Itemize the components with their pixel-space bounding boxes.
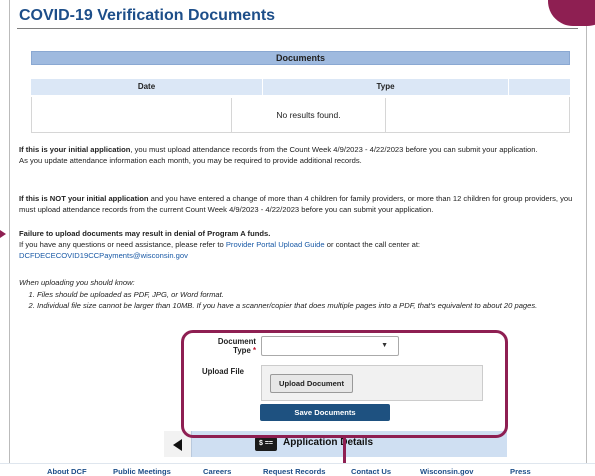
- column-header-actions: [509, 79, 570, 95]
- list-item: Files should be uploaded as PDF, JPG, or…: [37, 289, 575, 300]
- documents-table-caption: Documents: [31, 51, 570, 65]
- instructions-intro: When uploading you should know:: [19, 278, 135, 287]
- list-item: Individual file size cannot be larger th…: [37, 300, 575, 311]
- failure-notice: Failure to upload documents may result i…: [19, 228, 575, 261]
- footer-link-press[interactable]: Press: [510, 467, 531, 476]
- notice-bold: Failure to upload documents may result i…: [19, 229, 271, 238]
- arrow-left-icon: [173, 439, 182, 451]
- instructions-list: Files should be uploaded as PDF, JPG, or…: [19, 289, 575, 311]
- notice-bold: If this is NOT your initial application: [19, 194, 149, 203]
- notice-bold: If this is your initial application: [19, 145, 131, 154]
- upload-guide-link[interactable]: Provider Portal Upload Guide: [226, 240, 325, 249]
- callout-highlight: [181, 330, 508, 438]
- page-title: COVID-19 Verification Documents: [19, 7, 276, 24]
- documents-table: Documents Date Type No results found.: [31, 51, 570, 133]
- call-center-email-link[interactable]: DCFDECECOVID19CCPayments@wisconsin.gov: [19, 250, 575, 261]
- footer-nav: About DCF Public Meetings Careers Reques…: [0, 463, 595, 476]
- footer-link-about[interactable]: About DCF: [47, 467, 87, 476]
- notice-text: If you have any questions or need assist…: [19, 240, 226, 249]
- documents-table-header: Date Type: [31, 79, 570, 95]
- money-icon: $ ==: [255, 437, 277, 451]
- title-divider: [17, 28, 578, 29]
- page-left-border: [9, 0, 10, 476]
- callout-arrow-icon: [0, 230, 6, 238]
- page: COVID-19 Verification Documents Document…: [0, 0, 595, 476]
- column-header-type[interactable]: Type: [263, 79, 509, 95]
- application-details-label: Application Details: [283, 437, 374, 448]
- table-empty-message: No results found.: [231, 98, 386, 133]
- notice-text: As you update attendance information eac…: [19, 156, 362, 165]
- notice-text: , you must upload attendance records fro…: [130, 145, 538, 154]
- footer-link-request-records[interactable]: Request Records: [263, 467, 325, 476]
- not-initial-application-notice: If this is NOT your initial application …: [19, 193, 575, 215]
- page-right-border: [586, 0, 587, 476]
- step-badge: [548, 0, 595, 26]
- table-row-border: [569, 97, 570, 133]
- initial-application-notice: If this is your initial application, you…: [19, 144, 575, 166]
- footer-link-careers[interactable]: Careers: [203, 467, 231, 476]
- footer-link-wisconsin-gov[interactable]: Wisconsin.gov: [420, 467, 474, 476]
- upload-instructions: When uploading you should know: Files sh…: [19, 277, 575, 311]
- column-header-date[interactable]: Date: [31, 79, 263, 95]
- notice-text: or contact the call center at:: [324, 240, 421, 249]
- footer-link-public-meetings[interactable]: Public Meetings: [113, 467, 171, 476]
- footer-link-contact[interactable]: Contact Us: [351, 467, 391, 476]
- table-row-border: [31, 97, 32, 133]
